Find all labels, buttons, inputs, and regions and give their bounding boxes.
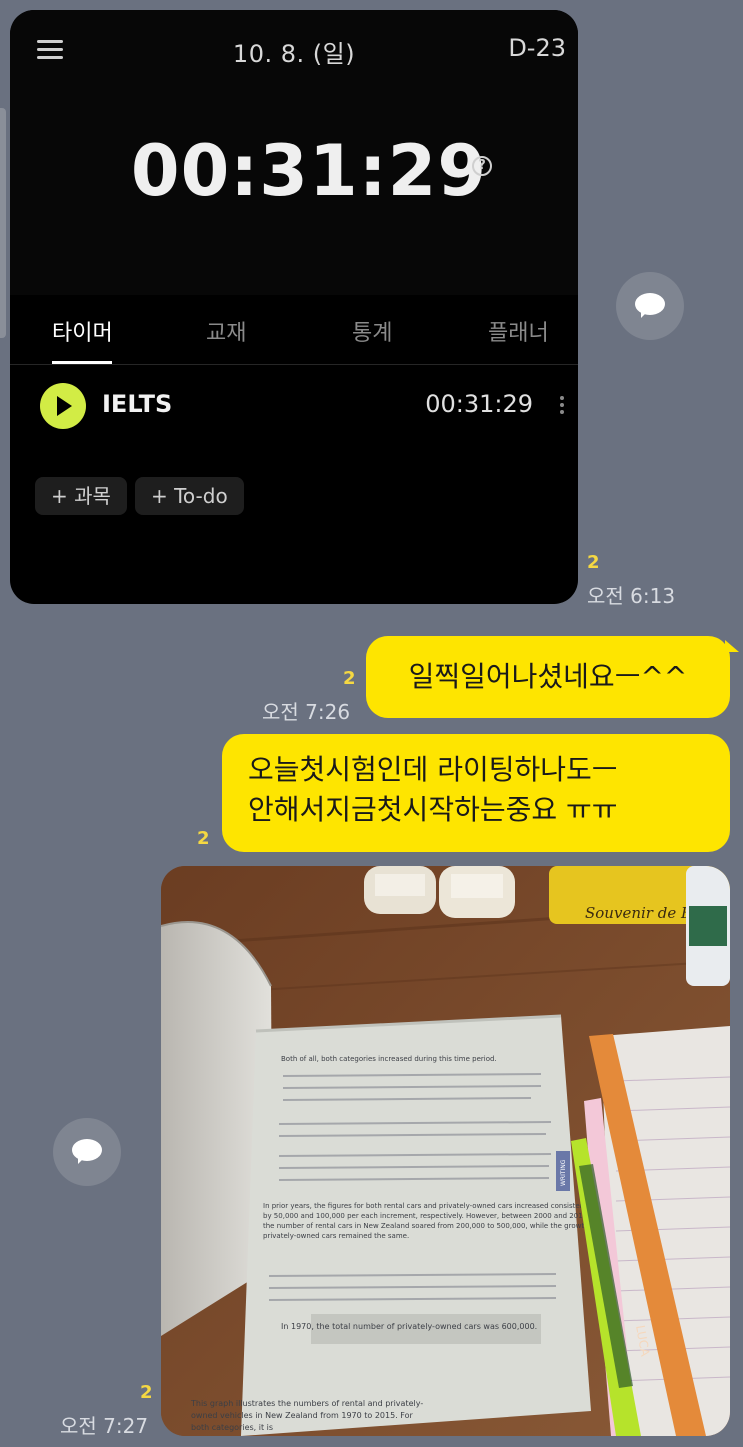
message-time: 오전 7:27 — [60, 1414, 149, 1438]
timer-screenshot-message[interactable]: 10. 8. (일) D-23 00:31:29 ? 타이머 교재 통계 플래너… — [10, 10, 578, 604]
message-time: 오전 7:26 — [262, 700, 351, 724]
chat-message[interactable]: 오늘첫시험인데 라이팅하나도ㅡ 안해서지금첫시작하는중요 ㅠㅠ — [222, 734, 730, 852]
tab-timer[interactable]: 타이머 — [52, 315, 113, 347]
message-time: 오전 6:13 — [587, 584, 676, 608]
timer-tabs: 타이머 교재 통계 플래너 — [10, 295, 578, 365]
chat-message[interactable]: 일찍일어나셨네요ㅡ^^ — [366, 636, 730, 718]
svg-text:In 1970, the total number of p: In 1970, the total number of privately-o… — [281, 1322, 537, 1331]
svg-text:Both of all, both categories i: Both of all, both categories increased d… — [281, 1055, 497, 1063]
tab-planner[interactable]: 플래너 — [488, 315, 549, 347]
svg-text:WRITING: WRITING — [560, 1159, 567, 1186]
unread-count: 2 — [197, 828, 210, 849]
elapsed-time: 00:31:29 — [130, 130, 488, 212]
unread-count: 2 — [587, 552, 600, 573]
timer-date: 10. 8. (일) — [232, 40, 356, 68]
message-line: 오늘첫시험인데 라이팅하나도ㅡ — [248, 753, 618, 786]
more-options-icon[interactable] — [560, 396, 564, 414]
svg-text:by 50,000 and 100,000 per each: by 50,000 and 100,000 per each increment… — [263, 1212, 589, 1220]
add-todo-button[interactable]: + To-do — [135, 477, 244, 515]
chat-bubble-icon — [72, 1139, 102, 1164]
svg-text:In prior years, the figures fo: In prior years, the figures for both ren… — [263, 1202, 595, 1210]
bubble-tail — [725, 640, 739, 652]
active-tab-indicator — [52, 361, 112, 364]
tab-statistics[interactable]: 통계 — [352, 315, 392, 347]
subject-row[interactable]: IELTS 00:31:29 — [10, 380, 578, 450]
unread-count: 2 — [343, 668, 356, 689]
message-text: 일찍일어나셨네요ㅡ^^ — [408, 660, 688, 693]
unread-count: 2 — [140, 1382, 153, 1403]
svg-text:the number of rental cars in N: the number of rental cars in New Zealand… — [263, 1222, 597, 1230]
subject-name: IELTS — [102, 390, 173, 418]
photo-content: Souvenir de Breta Both of all, both cate… — [161, 866, 730, 1436]
svg-text:privately-owned cars remained: privately-owned cars remained the same. — [263, 1232, 409, 1240]
help-icon[interactable]: ? — [472, 156, 492, 176]
side-scroll-handle[interactable] — [0, 108, 6, 338]
study-desk-photo[interactable]: Souvenir de Breta Both of all, both cate… — [161, 866, 730, 1436]
play-icon[interactable] — [40, 383, 86, 429]
dday-counter: D-23 — [508, 34, 566, 62]
subject-time: 00:31:29 — [425, 390, 533, 418]
tab-textbook[interactable]: 교재 — [206, 315, 246, 347]
chat-bubble-icon — [635, 293, 665, 318]
svg-text:both categories, it is: both categories, it is — [191, 1423, 273, 1432]
add-subject-button[interactable]: + 과목 — [35, 477, 127, 515]
share-button[interactable] — [616, 272, 684, 340]
message-line: 안해서지금첫시작하는중요 ㅠㅠ — [248, 793, 618, 826]
svg-text:owned vehicles in New Zealand: owned vehicles in New Zealand from 1970 … — [191, 1411, 413, 1420]
share-button[interactable] — [53, 1118, 121, 1186]
svg-text:This graph illustrates the num: This graph illustrates the numbers of re… — [190, 1399, 423, 1408]
